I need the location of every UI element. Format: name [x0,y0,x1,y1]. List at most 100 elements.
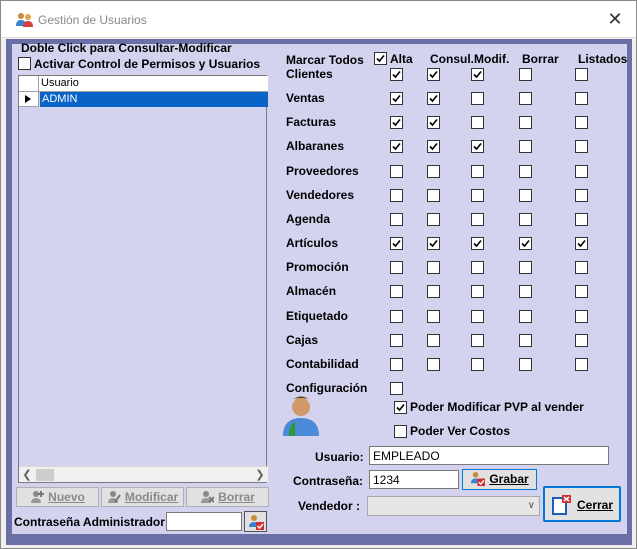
new-user-button[interactable]: Nuevo [16,487,99,507]
permission-checkbox[interactable] [471,68,484,81]
permission-checkbox[interactable] [471,334,484,347]
enable-control-checkbox[interactable] [18,57,31,70]
permission-checkbox[interactable] [427,334,440,347]
permission-checkbox[interactable] [575,189,588,202]
permission-row-label: Artículos [286,236,339,250]
permission-checkbox[interactable] [390,165,403,178]
permission-checkbox[interactable] [390,382,403,395]
permission-checkbox[interactable] [390,213,403,226]
permission-checkbox[interactable] [390,140,403,153]
horizontal-scrollbar[interactable]: ❮ ❯ [19,466,268,482]
password-input[interactable]: 1234 [369,470,459,489]
grid-column-usuario[interactable]: Usuario [41,77,79,89]
permission-checkbox[interactable] [575,92,588,105]
permission-checkbox[interactable] [519,68,532,81]
permission-checkbox[interactable] [390,261,403,274]
permission-checkbox[interactable] [519,92,532,105]
admin-password-ok-button[interactable] [244,511,267,532]
mark-all-checkbox[interactable] [374,52,387,65]
permission-checkbox[interactable] [390,189,403,202]
permission-checkbox[interactable] [427,165,440,178]
permission-checkbox[interactable] [471,140,484,153]
permission-checkbox[interactable] [427,92,440,105]
permission-checkbox[interactable] [390,92,403,105]
table-row[interactable]: ADMIN [19,92,268,107]
permission-checkbox[interactable] [575,116,588,129]
delete-user-button[interactable]: Borrar [186,487,269,507]
scroll-thumb[interactable] [36,469,54,481]
close-window-button[interactable]: ✕ [600,6,630,32]
permission-checkbox[interactable] [575,285,588,298]
permission-checkbox[interactable] [427,116,440,129]
permission-checkbox[interactable] [519,116,532,129]
permission-checkbox[interactable] [471,285,484,298]
permission-checkbox[interactable] [390,68,403,81]
permission-checkbox[interactable] [427,261,440,274]
close-button[interactable]: Cerrar [543,486,621,522]
permission-checkbox[interactable] [519,261,532,274]
permission-checkbox[interactable] [575,261,588,274]
permission-checkbox[interactable] [575,213,588,226]
permission-checkbox[interactable] [471,261,484,274]
permission-checkbox[interactable] [390,334,403,347]
permission-checkbox[interactable] [575,165,588,178]
save-label: Grabar [489,472,529,486]
permission-checkbox[interactable] [519,237,532,250]
permission-checkbox[interactable] [575,140,588,153]
permission-checkbox[interactable] [575,68,588,81]
user-input[interactable]: EMPLEADO [369,446,609,465]
permission-checkbox[interactable] [519,189,532,202]
permission-checkbox[interactable] [575,310,588,323]
permission-checkbox[interactable] [427,68,440,81]
admin-password-label: Contraseña Administrador: [14,515,169,529]
permission-checkbox[interactable] [519,213,532,226]
permission-row-label: Cajas [286,333,319,347]
scroll-right-icon[interactable]: ❯ [252,467,268,483]
permission-checkbox[interactable] [427,358,440,371]
permission-checkbox[interactable] [575,334,588,347]
permission-checkbox[interactable] [575,237,588,250]
permission-checkbox[interactable] [471,358,484,371]
view-costs-checkbox[interactable] [394,425,407,438]
grid-cell-user[interactable]: ADMIN [40,92,268,107]
save-button[interactable]: Grabar [462,469,537,490]
remove-user-icon [201,491,215,503]
permission-checkbox[interactable] [519,358,532,371]
permission-checkbox[interactable] [427,310,440,323]
scroll-left-icon[interactable]: ❮ [19,467,35,483]
modify-pvp-checkbox[interactable] [394,401,407,414]
permission-checkbox[interactable] [471,213,484,226]
permission-checkbox[interactable] [471,165,484,178]
permission-checkbox[interactable] [427,213,440,226]
permission-checkbox[interactable] [519,165,532,178]
permission-checkbox[interactable] [390,285,403,298]
permission-checkbox[interactable] [390,358,403,371]
seller-select[interactable]: ∨ [367,496,540,516]
permission-checkbox[interactable] [471,310,484,323]
permission-checkbox[interactable] [575,358,588,371]
delete-user-label: Borrar [218,490,255,504]
permission-checkbox[interactable] [427,237,440,250]
permission-checkbox[interactable] [390,237,403,250]
permission-checkbox[interactable] [427,285,440,298]
window-body: Doble Click para Consultar-Modificar Act… [6,39,632,545]
permission-checkbox[interactable] [390,116,403,129]
permission-row-label: Facturas [286,115,337,129]
permission-checkbox[interactable] [427,189,440,202]
permission-checkbox[interactable] [519,140,532,153]
permission-checkbox[interactable] [390,310,403,323]
admin-password-input[interactable] [166,512,242,531]
permission-checkbox[interactable] [519,334,532,347]
close-door-icon [552,495,571,515]
users-panel: Doble Click para Consultar-Modificar Act… [12,41,275,534]
permission-checkbox[interactable] [471,189,484,202]
permission-checkbox[interactable] [471,237,484,250]
permission-checkbox[interactable] [519,285,532,298]
modify-user-button[interactable]: Modificar [101,487,184,507]
permission-checkbox[interactable] [471,116,484,129]
permission-checkbox[interactable] [427,140,440,153]
permission-checkbox[interactable] [471,92,484,105]
users-grid[interactable]: Usuario ADMIN ❮ ❯ [18,75,268,483]
modify-user-label: Modificar [124,490,179,504]
permission-checkbox[interactable] [519,310,532,323]
